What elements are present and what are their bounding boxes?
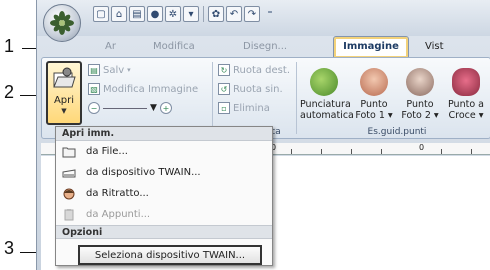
open-folder-icon[interactable]: ⌂ xyxy=(111,6,127,22)
seleziona-dispositivo-twain-button[interactable]: Seleziona dispositivo TWAIN... xyxy=(78,245,262,265)
menu-header-apri: Apri imm. xyxy=(56,127,272,141)
elimina-button[interactable]: ▫ Elimina xyxy=(218,102,270,114)
ribbon-separator xyxy=(296,62,297,134)
application-menu-button[interactable] xyxy=(43,4,81,42)
rotate-left-icon: ↺ xyxy=(218,83,230,95)
ribbon-tab-strip: Ar Modifica Disegn... Immagine Vist xyxy=(81,34,490,58)
scanner-icon xyxy=(62,167,76,179)
apple-icon xyxy=(310,68,338,96)
ruler-tick xyxy=(441,149,442,154)
modifica-immagine-label: Modifica Immagine xyxy=(103,83,199,95)
clipboard-icon xyxy=(62,208,76,221)
punto-croce-label-2: Croce xyxy=(448,110,476,121)
redo-icon[interactable]: ↷ xyxy=(244,6,260,22)
ruota-sin-button[interactable]: ↺ Ruota sin. xyxy=(218,83,283,95)
salva-label: Salv xyxy=(103,64,125,76)
open-image-icon xyxy=(53,67,76,88)
menu-header-opzioni: Opzioni xyxy=(56,225,272,239)
zoom-slider[interactable]: − ▼ + xyxy=(88,102,172,114)
elimina-label: Elimina xyxy=(233,102,270,114)
ruler-tick xyxy=(351,149,352,154)
ruler-tick xyxy=(291,149,292,154)
cross-stitch-icon xyxy=(452,68,480,96)
punto-foto-1-label: Punto xyxy=(360,99,388,110)
menu-item-label: da dispositivo TWAIN... xyxy=(86,167,201,178)
customize-icon[interactable]: ⁼ xyxy=(262,6,278,22)
punto-foto-2-label-2: Foto 2 xyxy=(401,110,431,121)
punciatura-automatica-button[interactable]: Punciatura automatica xyxy=(300,68,354,121)
ruler-tick xyxy=(471,149,472,154)
ruota-dest-button[interactable]: ↻ Ruota dest. xyxy=(218,64,290,76)
punto-croce-button[interactable]: Punto a Croce ▾ xyxy=(442,68,490,121)
slider-thumb: ▼ xyxy=(150,103,157,113)
punto-croce-label: Punto a xyxy=(448,99,484,110)
edit-image-icon: ▧ xyxy=(88,83,100,95)
tab-vista[interactable]: Vist xyxy=(417,38,452,56)
slider-track xyxy=(103,107,147,109)
callout-3: 3 xyxy=(4,238,15,258)
dropdown-icon[interactable]: ▾ xyxy=(183,6,199,22)
punto-foto-2-label: Punto xyxy=(406,99,434,110)
salva-button[interactable]: ▤ Salv ▾ xyxy=(88,64,131,76)
menu-item-label: da Ritratto... xyxy=(86,188,149,199)
menu-item-label: da Appunti... xyxy=(86,209,151,220)
settings-icon[interactable]: ✿ xyxy=(208,6,224,22)
record-icon[interactable]: ● xyxy=(147,6,163,22)
apri-label: Apri xyxy=(53,95,75,106)
apri-button[interactable]: Apri ▼ xyxy=(46,61,82,125)
chevron-down-icon: ▼ xyxy=(61,107,67,115)
portrait-icon xyxy=(406,68,434,96)
tab-modifica[interactable]: Modifica xyxy=(145,38,203,56)
modifica-immagine-button[interactable]: ▧ Modifica Immagine xyxy=(88,83,198,95)
es-guid-punti-group-label: Es.guid.punti xyxy=(367,127,427,137)
quick-access-toolbar: ▢ ⌂ ▤ ● ✲ ▾ ✿ ↶ ↷ ⁼ xyxy=(37,0,490,36)
folder-icon xyxy=(62,146,76,158)
menu-item-da-twain[interactable]: da dispositivo TWAIN... xyxy=(56,162,272,183)
punto-foto-1-label-2: Foto 1 xyxy=(355,110,385,121)
portrait-icon xyxy=(360,68,388,96)
menu-item-da-appunti[interactable]: da Appunti... xyxy=(56,204,272,225)
zoom-in-icon: + xyxy=(159,102,172,114)
delete-icon: ▫ xyxy=(218,102,230,114)
punto-foto-1-button[interactable]: Punto Foto 1 ▾ xyxy=(350,68,398,121)
ruler-tick xyxy=(321,149,322,154)
punciatura-label: Punciatura xyxy=(300,99,351,110)
ruota-sin-label: Ruota sin. xyxy=(233,83,283,95)
tab-disegno[interactable]: Disegn... xyxy=(235,38,295,56)
ribbon-separator xyxy=(212,62,213,134)
tab-archivio[interactable]: Ar xyxy=(97,38,124,56)
zoom-out-icon: − xyxy=(88,102,100,114)
ruota-dest-label: Ruota dest. xyxy=(233,64,290,76)
new-document-icon[interactable]: ▢ xyxy=(93,6,109,22)
ruler-tick xyxy=(381,149,382,154)
options-icon[interactable]: ✲ xyxy=(165,6,181,22)
application-window: ▢ ⌂ ▤ ● ✲ ▾ ✿ ↶ ↷ ⁼ Ar Modifica Disegn..… xyxy=(36,0,490,270)
tab-immagine[interactable]: Immagine xyxy=(333,36,409,58)
qat-separator xyxy=(203,6,204,22)
menu-item-da-file[interactable]: da File... xyxy=(56,141,272,162)
undo-icon[interactable]: ↶ xyxy=(226,6,242,22)
menu-item-da-ritratto[interactable]: da Ritratto... xyxy=(56,183,272,204)
callout-2: 2 xyxy=(4,82,15,102)
punto-foto-2-button[interactable]: Punto Foto 2 ▾ xyxy=(396,68,444,121)
rotate-right-icon: ↻ xyxy=(218,64,230,76)
ruler-label: 0 xyxy=(419,143,425,152)
portrait-icon xyxy=(62,188,76,200)
apri-dropdown-menu: Apri imm. da File... da dispositivo TWAI… xyxy=(55,126,273,266)
punciatura-label-2: automatica xyxy=(300,110,354,121)
save-icon: ▤ xyxy=(88,64,100,76)
save-icon[interactable]: ▤ xyxy=(129,6,145,22)
menu-item-label: da File... xyxy=(86,146,128,157)
flower-logo-icon xyxy=(50,11,74,35)
callout-1: 1 xyxy=(4,36,15,56)
